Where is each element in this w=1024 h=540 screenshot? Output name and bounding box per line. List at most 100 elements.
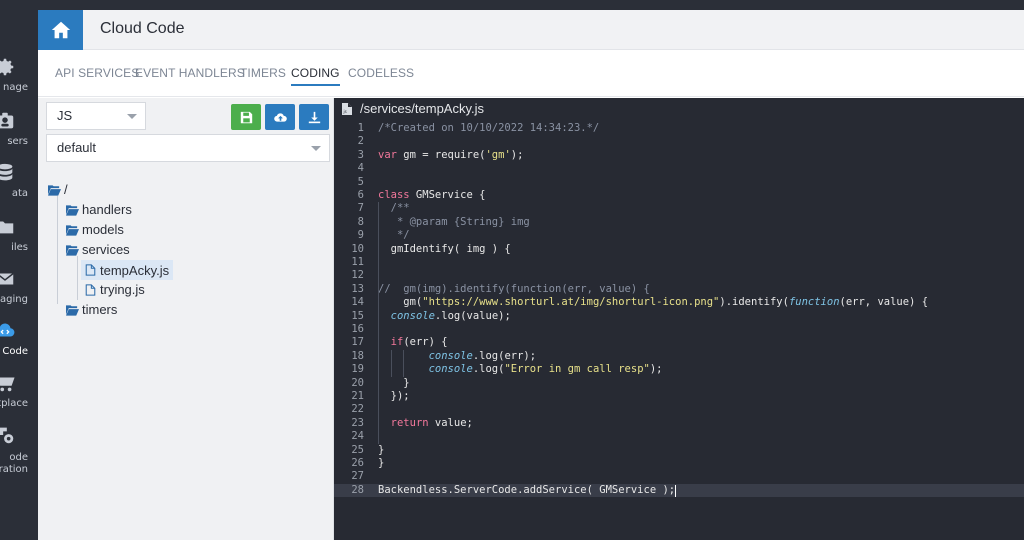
code-line[interactable]: 5 (334, 176, 1024, 189)
tree-file-tempacky[interactable]: tempAcky.js (81, 260, 174, 280)
code-line[interactable]: 4 (334, 162, 1024, 175)
code-line[interactable]: 26} (334, 457, 1024, 470)
language-select[interactable]: JS (46, 102, 146, 130)
code-line[interactable]: 17 if(err) { (334, 336, 1024, 349)
line-number: 17 (351, 336, 364, 349)
rail-label: iles (11, 242, 28, 253)
code-line[interactable]: 27 (334, 470, 1024, 483)
tree-guide (57, 196, 58, 304)
code-line[interactable]: 3 var gm = require('gm'); (334, 149, 1024, 162)
line-number: 9 (357, 229, 364, 242)
code-editor[interactable]: js /services/tempAcky.js 1 /*Created on 1… (334, 98, 1024, 540)
code-text: }); (378, 390, 410, 402)
tree-label: models (82, 222, 124, 237)
database-icon (0, 162, 16, 184)
code-line[interactable]: 8 * @param {String} img (334, 216, 1024, 229)
tree-folder-services[interactable]: services (66, 242, 130, 257)
save-button[interactable] (231, 104, 261, 130)
code-text: gm("https://www.shorturl.at/img/shorturl… (378, 296, 929, 309)
tree-folder-root[interactable]: / (48, 182, 68, 197)
tree-file-trying[interactable]: trying.js (84, 282, 145, 297)
rail-item-manage[interactable]: nage (0, 56, 38, 108)
left-nav-rail: nage sers ata iles saging (0, 10, 38, 540)
code-line[interactable]: 18 console.log(err); (334, 350, 1024, 363)
folder-open-icon (66, 224, 79, 236)
download-icon (308, 111, 320, 123)
line-number: 2 (357, 135, 364, 148)
code-line[interactable]: 9 */ (334, 229, 1024, 242)
rail-label: d Code (0, 346, 28, 357)
line-number: 24 (351, 430, 364, 443)
code-line[interactable]: 28 Backendless.ServerCode.addService( GMS… (334, 483, 1024, 498)
tree-label: trying.js (100, 282, 145, 297)
tree-label: / (64, 182, 68, 197)
deploy-button[interactable] (265, 104, 295, 130)
page-title: Cloud Code (100, 20, 185, 37)
code-line[interactable]: 12 (334, 269, 1024, 282)
tab-event-handlers[interactable]: EVENT HANDLERS (135, 66, 245, 80)
rail-item-data[interactable]: ata (0, 162, 38, 214)
tree-label: handlers (82, 202, 132, 217)
rail-label: ata (11, 188, 28, 199)
code-line[interactable]: 16 (334, 323, 1024, 336)
line-number: 20 (351, 376, 364, 389)
rail-item-files[interactable]: iles (0, 216, 38, 268)
code-line[interactable]: 25} (334, 444, 1024, 457)
code-line[interactable]: 14 gm("https://www.shorturl.at/img/short… (334, 296, 1024, 309)
rail-item-marketplace[interactable]: etplace (0, 372, 38, 424)
tabs-divider (38, 96, 1024, 97)
code-line[interactable]: 24 (334, 430, 1024, 443)
tab-coding[interactable]: CODING (291, 66, 340, 86)
tree-folder-timers[interactable]: timers (66, 302, 117, 317)
rail-item-users[interactable]: sers (0, 110, 38, 162)
line-number: 15 (351, 309, 364, 322)
model-select[interactable]: default (46, 134, 330, 162)
tab-timers[interactable]: TIMERS (240, 66, 286, 80)
code-line[interactable]: 11 (334, 256, 1024, 269)
code-line[interactable]: 7 /** (334, 202, 1024, 215)
code-text: console.log("Error in gm call resp"); (428, 363, 663, 376)
folder-open-icon (48, 184, 61, 196)
rail-label-line1: ode (9, 452, 28, 463)
code-text: if(err) { (390, 336, 448, 349)
code-line[interactable]: 21 }); (334, 390, 1024, 403)
line-number: 5 (357, 175, 364, 188)
tab-api-services[interactable]: API SERVICES (55, 66, 139, 80)
home-button[interactable] (38, 10, 83, 50)
tab-codeless[interactable]: CODELESS (348, 66, 414, 80)
rail-item-cloud-code[interactable]: d Code (0, 320, 38, 372)
main-area: Cloud Code API SERVICES EVENT HANDLERS T… (38, 10, 1024, 540)
code-line[interactable]: 1 /*Created on 10/10/2022 14:34:23.*/ (334, 122, 1024, 135)
code-line[interactable]: 6 class GMService { (334, 189, 1024, 202)
code-text: } (378, 376, 410, 389)
code-text: // gm(img).identify(function(err, value)… (378, 282, 650, 295)
code-line[interactable]: 22 (334, 403, 1024, 416)
code-line[interactable]: 23 return value; (334, 417, 1024, 430)
tree-folder-models[interactable]: models (66, 222, 124, 237)
code-line[interactable]: 15 console.log(value); (334, 310, 1024, 323)
editor-file-path: /services/tempAcky.js (360, 101, 485, 116)
line-number: 27 (351, 470, 364, 483)
cart-icon (0, 372, 16, 394)
line-number: 11 (351, 256, 364, 268)
line-number: 19 (351, 363, 364, 376)
code-line[interactable]: 10 gmIdentify( img ) { (334, 243, 1024, 256)
tree-folder-handlers[interactable]: handlers (66, 202, 132, 217)
line-number: 7 (357, 202, 364, 215)
line-number: 23 (351, 416, 364, 429)
code-line[interactable]: 20 } (334, 377, 1024, 390)
download-button[interactable] (299, 104, 329, 130)
code-text: /** (378, 202, 410, 215)
code-line[interactable]: 13 // gm(img).identify(function(err, valu… (334, 283, 1024, 296)
tree-label: timers (82, 302, 118, 317)
code-line[interactable]: 2 (334, 135, 1024, 148)
tree-guide (77, 256, 78, 300)
code-generation-icon (0, 424, 16, 446)
tree-label: tempAcky.js (100, 262, 170, 278)
code-text: console.log(value); (390, 309, 511, 322)
line-number: 10 (351, 242, 364, 255)
code-line[interactable]: 19 console.log("Error in gm call resp"); (334, 363, 1024, 376)
code-text: } (378, 443, 385, 456)
rail-item-code-generation[interactable]: ode eration (0, 424, 38, 484)
rail-item-messaging[interactable]: saging (0, 268, 38, 320)
